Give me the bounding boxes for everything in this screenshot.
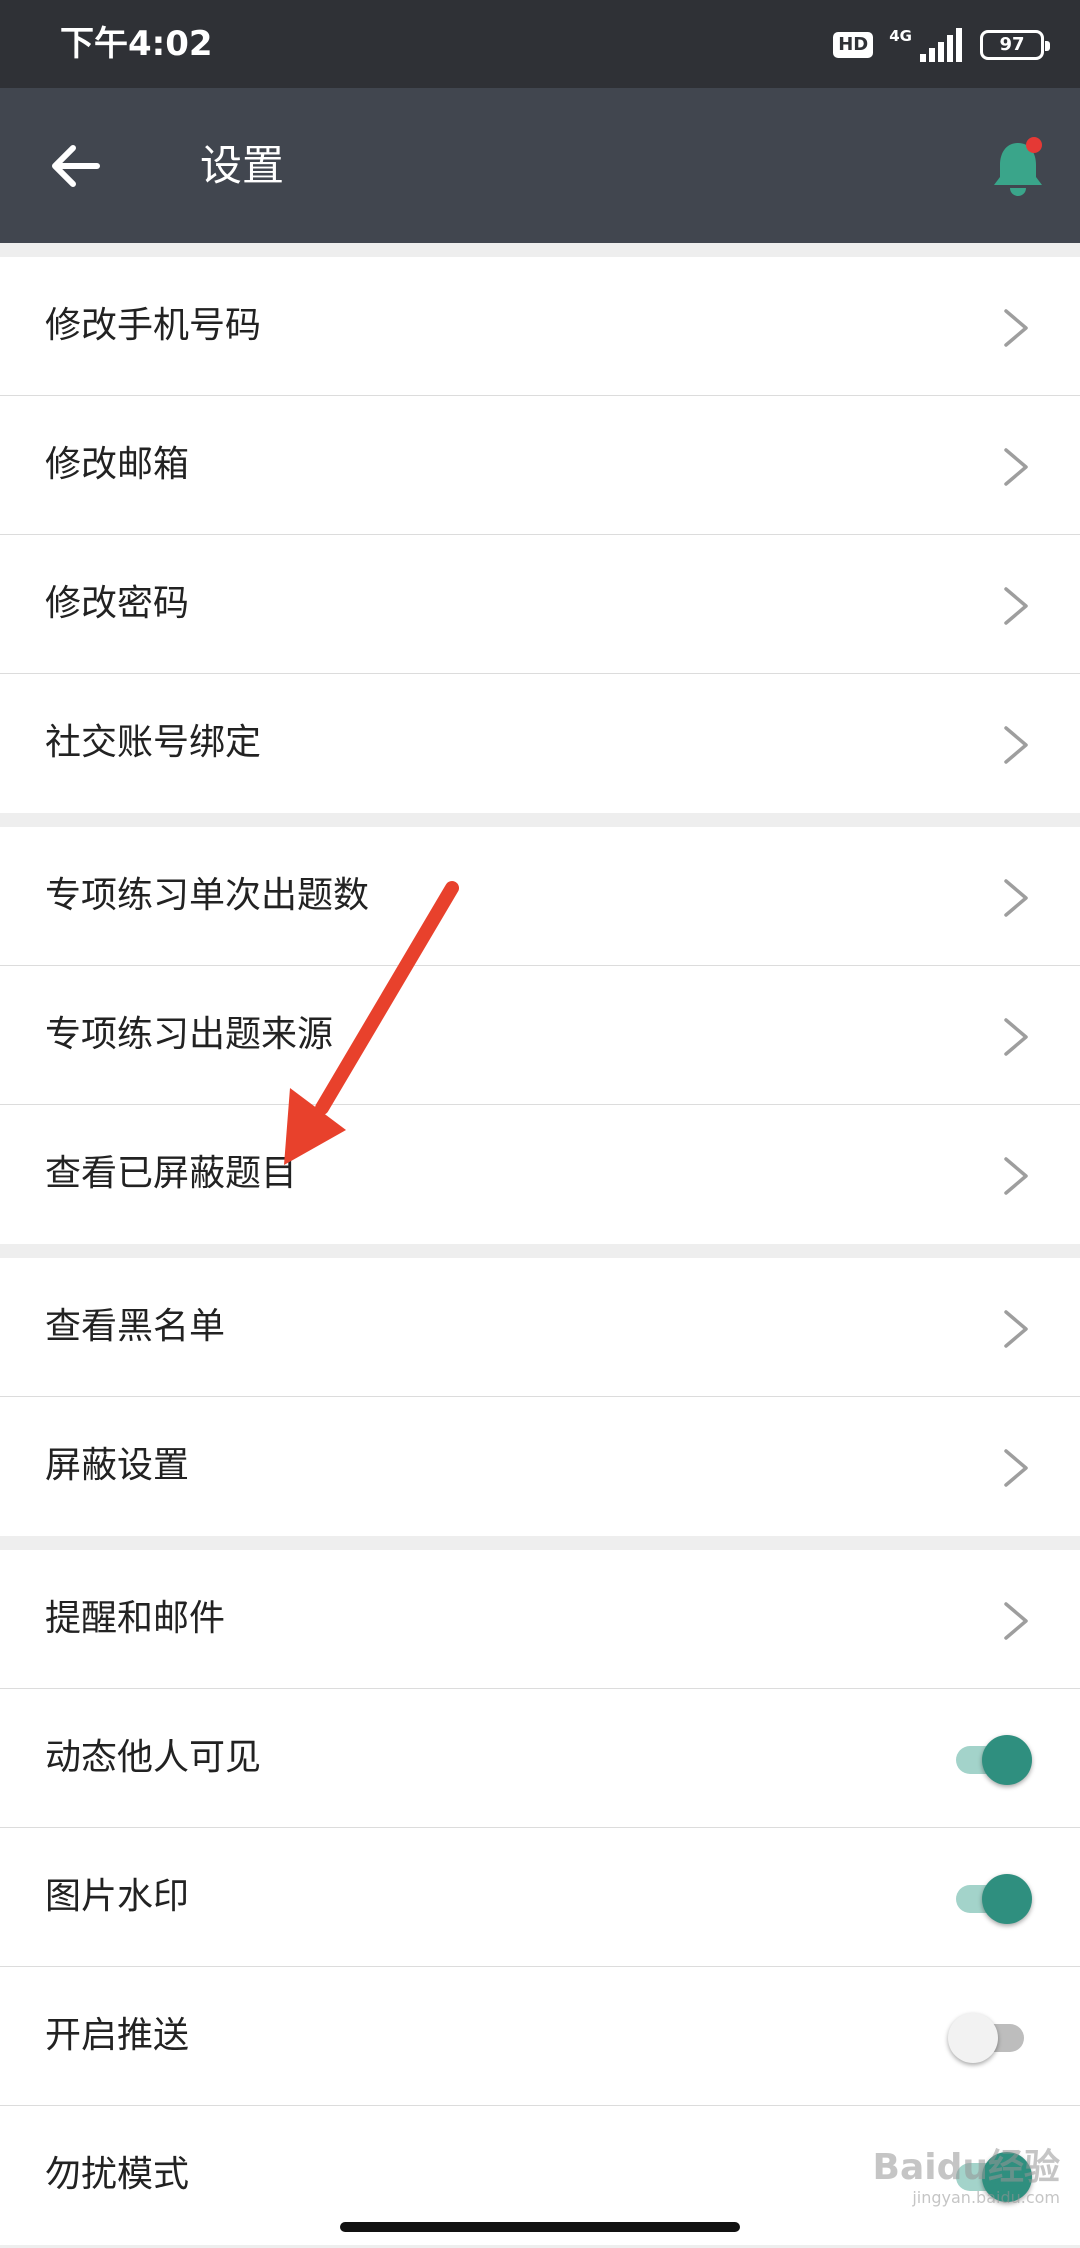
battery-icon: 97 bbox=[980, 30, 1050, 60]
settings-group: 修改手机号码 修改邮箱修改密码社交账号绑定 bbox=[0, 257, 1080, 813]
page-title: 设置 bbox=[200, 141, 285, 190]
battery-level: 97 bbox=[999, 34, 1025, 55]
settings-list: 修改手机号码 修改邮箱修改密码社交账号绑定专项练习单次出题数 专项练习出题来源 查看已… bbox=[0, 257, 1080, 2245]
settings-row[interactable]: 动态他人可见 bbox=[0, 1689, 1080, 1828]
settings-row-label: 勿扰模式 bbox=[45, 2154, 190, 2195]
settings-row[interactable]: 图片水印 bbox=[0, 1828, 1080, 1967]
toggle-switch[interactable] bbox=[950, 1874, 1032, 1924]
settings-row-label: 专项练习单次出题数 bbox=[45, 875, 370, 916]
settings-row-label: 屏蔽设置 bbox=[45, 1445, 190, 1486]
chevron-right-icon bbox=[1004, 1602, 1028, 1640]
settings-row-label: 查看黑名单 bbox=[45, 1306, 226, 1347]
settings-row-label: 专项练习出题来源 bbox=[45, 1014, 334, 1055]
toggle-switch[interactable] bbox=[950, 1735, 1032, 1785]
group-separator bbox=[0, 1536, 1080, 1550]
settings-group: 提醒和邮件动态他人可见 图片水印开启推送勿扰模式 bbox=[0, 1550, 1080, 2245]
status-bar: 下午4:02 HD 4G 97 bbox=[0, 0, 1080, 88]
chevron-right-icon bbox=[1004, 587, 1028, 625]
settings-row-label: 查看已屏蔽题目 bbox=[45, 1153, 298, 1194]
network-indicator: 4G bbox=[889, 28, 964, 62]
settings-row[interactable]: 专项练习单次出题数 bbox=[0, 827, 1080, 966]
settings-row-label: 图片水印 bbox=[45, 1876, 190, 1917]
settings-row-label: 开启推送 bbox=[45, 2015, 190, 2056]
settings-group: 专项练习单次出题数 专项练习出题来源 查看已屏蔽题目 bbox=[0, 827, 1080, 1244]
arrow-left-icon bbox=[52, 145, 100, 187]
settings-group: 查看黑名单 屏蔽设置 bbox=[0, 1258, 1080, 1536]
chevron-right-icon bbox=[1004, 309, 1028, 347]
bell-icon bbox=[994, 137, 1042, 196]
back-button[interactable] bbox=[30, 130, 120, 202]
settings-row[interactable]: 屏蔽设置 bbox=[0, 1397, 1080, 1536]
hd-badge: HD bbox=[833, 32, 874, 58]
watermark-subtext: jingyan.baidu.com bbox=[912, 2188, 1060, 2207]
status-time: 下午4:02 bbox=[60, 24, 213, 64]
settings-row-label: 修改邮箱 bbox=[45, 444, 190, 485]
settings-row[interactable]: 修改手机号码 bbox=[0, 257, 1080, 396]
notification-bell-button[interactable] bbox=[982, 130, 1054, 202]
settings-row[interactable]: 社交账号绑定 bbox=[0, 674, 1080, 813]
home-indicator[interactable] bbox=[340, 2222, 740, 2232]
chevron-right-icon bbox=[1004, 448, 1028, 486]
chevron-right-icon bbox=[1004, 1449, 1028, 1487]
app-bar: 设置 bbox=[0, 88, 1080, 243]
chevron-right-icon bbox=[1004, 1157, 1028, 1195]
settings-row-label: 动态他人可见 bbox=[45, 1737, 262, 1778]
settings-row[interactable]: 查看黑名单 bbox=[0, 1258, 1080, 1397]
settings-row-label: 提醒和邮件 bbox=[45, 1598, 226, 1639]
settings-row[interactable]: 专项练习出题来源 bbox=[0, 966, 1080, 1105]
watermark: Baidu经验 jingyan.baidu.com bbox=[873, 2148, 1060, 2208]
chevron-right-icon bbox=[1004, 726, 1028, 764]
settings-row[interactable]: 查看已屏蔽题目 bbox=[0, 1105, 1080, 1244]
chevron-right-icon bbox=[1004, 879, 1028, 917]
chevron-right-icon bbox=[1004, 1018, 1028, 1056]
settings-row[interactable]: 修改邮箱 bbox=[0, 396, 1080, 535]
network-type-label: 4G bbox=[889, 27, 912, 45]
notification-dot bbox=[1026, 137, 1042, 153]
toggle-switch[interactable] bbox=[948, 2013, 1030, 2063]
settings-row[interactable]: 修改密码 bbox=[0, 535, 1080, 674]
settings-row[interactable]: 提醒和邮件 bbox=[0, 1550, 1080, 1689]
watermark-text: Baidu经验 bbox=[872, 2147, 1060, 2188]
group-separator bbox=[0, 813, 1080, 827]
settings-row[interactable]: 开启推送 bbox=[0, 1967, 1080, 2106]
toggle-knob bbox=[948, 2013, 998, 2063]
group-separator bbox=[0, 1244, 1080, 1258]
signal-bars-icon bbox=[920, 28, 962, 62]
status-icons: HD 4G 97 bbox=[833, 24, 1050, 66]
chevron-right-icon bbox=[1004, 1310, 1028, 1348]
toggle-knob bbox=[982, 1874, 1032, 1924]
toggle-knob bbox=[982, 1735, 1032, 1785]
settings-row-label: 修改手机号码 bbox=[45, 305, 262, 346]
settings-row-label: 社交账号绑定 bbox=[45, 722, 262, 763]
settings-row-label: 修改密码 bbox=[45, 583, 190, 624]
